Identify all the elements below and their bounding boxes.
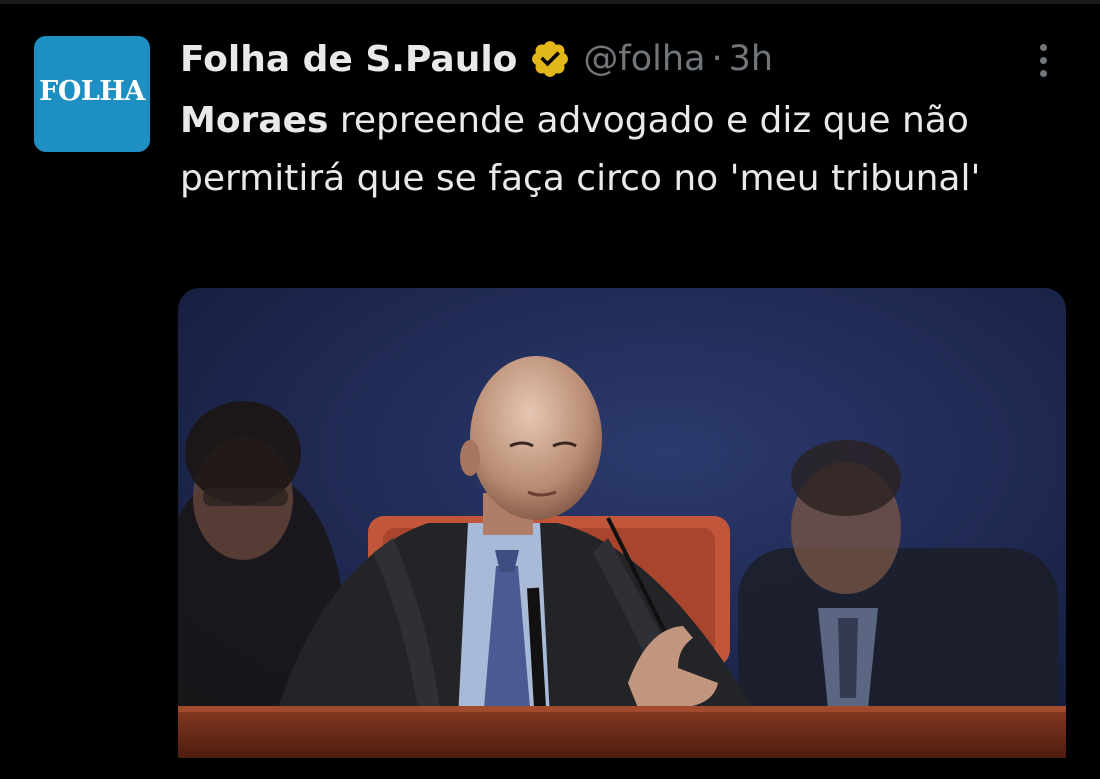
- tweet-header: Folha de S.Paulo @folha · 3h: [180, 30, 773, 88]
- top-divider: [0, 0, 1100, 4]
- user-handle[interactable]: @folha: [583, 39, 705, 79]
- display-name[interactable]: Folha de S.Paulo: [180, 39, 517, 80]
- separator-dot: ·: [711, 39, 723, 79]
- tweet-media-photo[interactable]: [178, 288, 1066, 758]
- tweet-text-bold: Moraes: [180, 100, 329, 141]
- avatar[interactable]: FOLHA: [34, 36, 150, 152]
- timestamp[interactable]: 3h: [729, 39, 773, 79]
- avatar-logo-text: FOLHA: [39, 75, 145, 107]
- more-vertical-icon[interactable]: [1022, 36, 1064, 84]
- photo-illustration: [178, 288, 1066, 758]
- tweet-text: Moraes repreende advogado e diz que não …: [180, 92, 1040, 208]
- verified-badge-icon[interactable]: [529, 38, 571, 80]
